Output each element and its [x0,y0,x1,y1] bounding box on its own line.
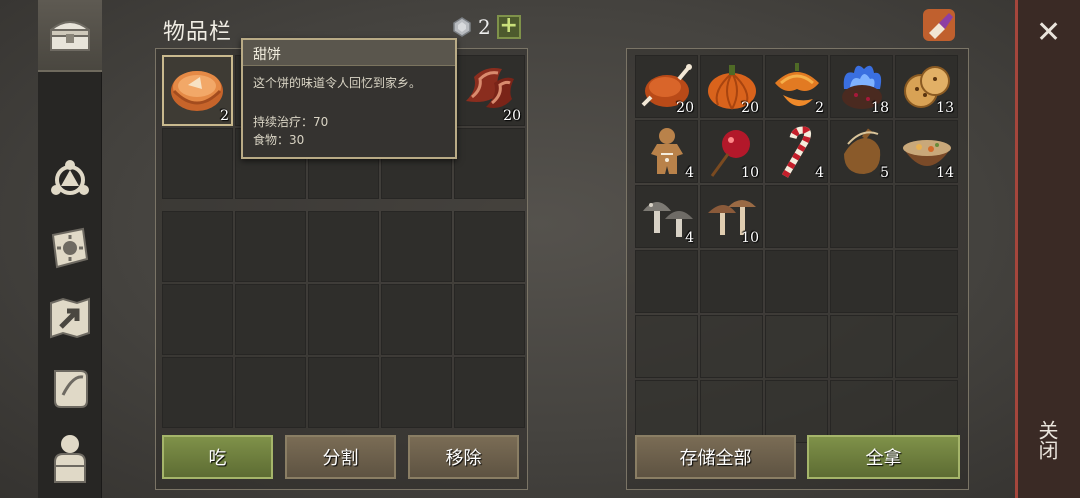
inventory-slot[interactable] [454,357,525,428]
item-count: 5 [880,165,889,181]
inventory-slot[interactable] [381,357,452,428]
storage-slot-candy-cane[interactable]: 4 [765,120,828,183]
storage-slot[interactable] [895,380,958,443]
brush-icon [923,9,955,41]
inventory-slot-pie[interactable]: 2 [162,55,233,126]
store-all-button[interactable]: 存储全部 [635,435,796,479]
item-count: 20 [676,100,694,116]
storage-slot[interactable] [700,250,763,313]
storage-slot[interactable] [635,315,698,378]
item-tooltip: 甜饼 这个饼的味道令人回忆到家乡。 持续治疗：70 食物：30 [241,38,457,159]
storage-slot-brown-mushrooms[interactable]: 10 [700,185,763,248]
storage-grid: 20 20 2 18 13 4 10 4 5 14 4 10 [635,55,958,443]
item-count: 13 [936,100,954,116]
storage-slot[interactable] [765,250,828,313]
crafting-icon[interactable] [46,154,94,202]
close-label: 关闭 [1035,420,1059,460]
storage-slot[interactable] [830,250,893,313]
add-currency-button[interactable]: + [496,15,521,39]
tooltip-stat-healing: 持续治疗：70 [253,115,329,129]
split-button[interactable]: 分割 [285,435,396,479]
inventory-slot[interactable] [162,128,233,199]
nav-tab-inventory[interactable] [38,0,102,72]
item-count: 20 [503,108,521,124]
tooltip-item-name: 甜饼 [243,40,455,66]
storage-slot-pumpkin-slices[interactable]: 2 [765,55,828,118]
scroll-quest-icon[interactable] [46,364,94,412]
inventory-slot[interactable] [454,284,525,355]
storage-slot[interactable] [700,380,763,443]
inventory-slot[interactable] [308,357,379,428]
inventory-grid-bottom [162,211,525,428]
chest-icon [46,10,94,58]
take-all-button[interactable]: 全拿 [807,435,960,479]
item-count: 14 [936,165,954,181]
inventory-slot[interactable] [381,211,452,282]
character-icon[interactable] [46,434,94,483]
close-panel-button[interactable]: ✕ 关闭 [1015,0,1080,498]
inventory-slot[interactable] [454,128,525,199]
storage-slot[interactable] [765,380,828,443]
inventory-slot[interactable] [454,211,525,282]
inventory-slot[interactable] [235,211,306,282]
gem-icon [453,17,471,37]
inventory-slot[interactable] [162,211,233,282]
item-count: 4 [815,165,824,181]
storage-slot[interactable] [700,315,763,378]
storage-slot[interactable] [635,380,698,443]
storage-slot[interactable] [895,315,958,378]
storage-slot-blue-flame-pudding[interactable]: 18 [830,55,893,118]
currency-display: 2 + [452,15,521,39]
storage-slot[interactable] [830,315,893,378]
eat-button[interactable]: 吃 [162,435,273,479]
storage-slot-candy-apple[interactable]: 10 [700,120,763,183]
storage-slot-gingerbread[interactable]: 4 [635,120,698,183]
tooltip-description: 这个饼的味道令人回忆到家乡。 [253,76,422,90]
remove-button[interactable]: 移除 [408,435,519,479]
inventory-slot[interactable] [308,211,379,282]
storage-slot-cookies[interactable]: 13 [895,55,958,118]
inventory-slot-bacon[interactable]: 20 [454,55,525,126]
item-count: 2 [220,108,229,124]
item-count: 10 [741,165,759,181]
storage-slot[interactable] [830,380,893,443]
map-arrow-icon[interactable] [46,294,94,342]
storage-slot-roast-chicken[interactable]: 20 [635,55,698,118]
storage-slot-gray-mushrooms[interactable]: 4 [635,185,698,248]
inventory-slot[interactable] [162,357,233,428]
item-count: 18 [871,100,889,116]
storage-slot-waterskin[interactable]: 5 [830,120,893,183]
left-nav-bar [38,0,102,498]
storage-slot[interactable] [830,185,893,248]
item-count: 4 [685,165,694,181]
currency-count: 2 [478,15,491,39]
storage-slot-pumpkin[interactable]: 20 [700,55,763,118]
inventory-title: 物品栏 [163,20,233,45]
inventory-slot[interactable] [381,284,452,355]
journal-sun-icon[interactable] [46,224,94,272]
pie-icon [171,71,223,111]
item-count: 10 [741,230,759,246]
inventory-slot[interactable] [162,284,233,355]
sort-brush-button[interactable] [921,7,957,43]
storage-slot[interactable] [635,250,698,313]
storage-slot[interactable] [895,185,958,248]
storage-slot[interactable] [765,185,828,248]
inventory-slot[interactable] [235,284,306,355]
inventory-slot[interactable] [235,357,306,428]
item-count: 20 [741,100,759,116]
tooltip-stat-food: 食物：30 [253,133,305,147]
storage-slot[interactable] [765,315,828,378]
item-count: 2 [815,100,824,116]
item-count: 4 [685,230,694,246]
storage-slot-stew-bowl[interactable]: 14 [895,120,958,183]
inventory-slot[interactable] [308,284,379,355]
storage-slot[interactable] [895,250,958,313]
close-icon: ✕ [1036,15,1062,50]
